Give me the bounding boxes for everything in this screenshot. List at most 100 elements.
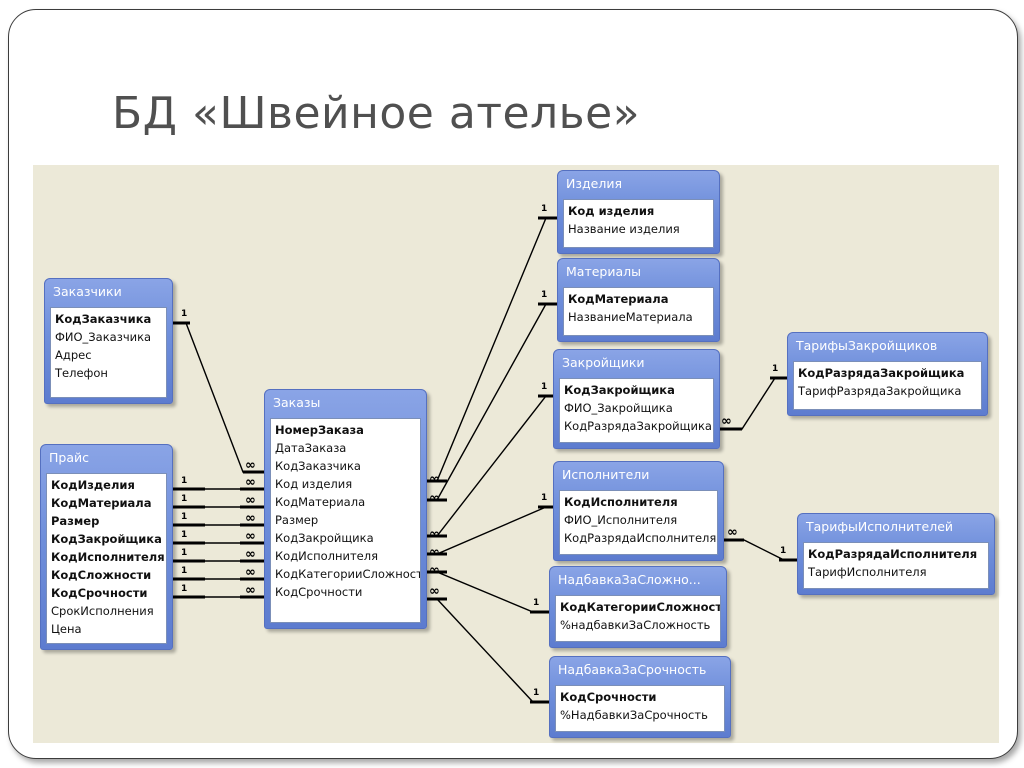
many-label: ∞ (429, 563, 440, 578)
key-field[interactable]: КодЗакройщика (560, 381, 713, 399)
field[interactable]: %НадбавкиЗаСрочность (556, 706, 724, 724)
table-materialy[interactable]: Материалы КодМатериала НазваниеМатериала (557, 258, 720, 342)
field[interactable]: КодРазрядаЗакройщика (560, 417, 713, 435)
many-label: ∞ (429, 472, 440, 487)
one-label: 1 (181, 566, 188, 576)
many-label: ∞ (245, 511, 256, 526)
table-nadbavka-za-srochnost[interactable]: НадбавкаЗаСрочность КодСрочности %Надбавк… (549, 656, 731, 738)
one-label: 1 (533, 688, 540, 698)
many-label: ∞ (429, 545, 440, 560)
key-field[interactable]: КодСрочности (556, 688, 724, 706)
field[interactable]: СрокИсполнения (47, 602, 166, 620)
field[interactable]: Размер (271, 511, 420, 529)
key-field[interactable]: КодИсполнителя (560, 493, 717, 511)
table-tarify-ispolniteley[interactable]: ТарифыИсполнителей КодРазрядаИсполнителя… (797, 513, 995, 595)
key-field[interactable]: Код изделия (564, 202, 713, 220)
key-field[interactable]: КодМатериала (47, 494, 166, 512)
key-field[interactable]: КодИзделия (47, 476, 166, 494)
field[interactable]: ТарифРазрядаЗакройщика (794, 382, 981, 400)
table-title: Заказчики (53, 284, 122, 299)
table-title: ТарифыИсполнителей (806, 519, 954, 534)
key-field[interactable]: КодСрочности (47, 584, 166, 602)
one-label: 1 (181, 309, 188, 319)
field[interactable]: Название изделия (564, 220, 713, 238)
key-field[interactable]: НомерЗаказа (271, 421, 420, 439)
one-label: 1 (541, 493, 548, 503)
field[interactable]: КодЗаказчика (271, 457, 420, 475)
many-label: ∞ (727, 525, 738, 540)
table-title: Изделия (566, 176, 622, 191)
field-list: КодСрочности %НадбавкиЗаСрочность (555, 685, 725, 732)
field[interactable]: ДатаЗаказа (271, 439, 420, 457)
many-label: ∞ (245, 529, 256, 544)
field[interactable]: Телефон (51, 364, 166, 382)
many-label: ∞ (245, 493, 256, 508)
field[interactable]: Код изделия (271, 475, 420, 493)
table-title: Закройщики (562, 355, 645, 370)
key-field[interactable]: КодЗаказчика (51, 310, 166, 328)
field[interactable]: ФИО_Закройщика (560, 399, 713, 417)
field-list: КодРазрядаИсполнителя ТарифИсполнителя (803, 542, 989, 589)
field[interactable]: КодИсполнителя (271, 547, 420, 565)
one-label: 1 (541, 204, 548, 214)
key-field[interactable]: КодСложности (47, 566, 166, 584)
table-title: НадбавкаЗаСрочность (558, 662, 707, 677)
field-list: КодРазрядаЗакройщика ТарифРазрядаЗакройщи… (793, 361, 982, 410)
field-list: КодИсполнителя ФИО_Исполнителя КодРазрядаИ… (559, 490, 718, 555)
field[interactable]: КодКатегорииСложности (271, 565, 420, 583)
many-label: ∞ (245, 547, 256, 562)
one-label: 1 (541, 382, 548, 392)
field[interactable]: КодСрочности (271, 583, 420, 601)
key-field[interactable]: КодРазрядаЗакройщика (794, 364, 981, 382)
table-title: Материалы (566, 264, 641, 279)
field[interactable]: КодЗакройщика (271, 529, 420, 547)
key-field[interactable]: КодЗакройщика (47, 530, 166, 548)
field-list: КодИзделия КодМатериала Размер КодЗакройщик… (46, 473, 167, 644)
field[interactable]: %надбавкиЗаСложность (556, 616, 720, 634)
field[interactable]: НазваниеМатериала (564, 308, 713, 326)
table-title: Прайс (49, 450, 89, 465)
table-nadbavka-za-slozhnost[interactable]: НадбавкаЗаСложно... КодКатегорииСложност… (549, 566, 727, 648)
table-title: НадбавкаЗаСложно... (558, 572, 701, 587)
field[interactable]: ФИО_Исполнителя (560, 511, 717, 529)
table-izdelia[interactable]: Изделия Код изделия Название изделия (557, 170, 720, 254)
key-field[interactable]: КодИсполнителя (47, 548, 166, 566)
many-label: ∞ (429, 491, 440, 506)
many-label: ∞ (429, 527, 440, 542)
one-label: 1 (780, 546, 787, 556)
table-title: Исполнители (562, 467, 650, 482)
table-zakazchiki[interactable]: Заказчики КодЗаказчика ФИО_Заказчика Адрес… (44, 278, 173, 404)
field-list: КодЗакройщика ФИО_Закройщика КодРазрядаЗак… (559, 378, 714, 443)
one-label: 1 (181, 548, 188, 558)
one-label: 1 (181, 476, 188, 486)
many-label: ∞ (245, 583, 256, 598)
field-list: НомерЗаказа ДатаЗаказа КодЗаказчика Код изд… (270, 418, 421, 623)
one-label: 1 (533, 598, 540, 608)
relationship-diagram-canvas (33, 165, 999, 743)
field[interactable]: Цена (47, 620, 166, 638)
one-label: 1 (181, 494, 188, 504)
many-label: ∞ (245, 565, 256, 580)
one-label: 1 (181, 512, 188, 522)
field[interactable]: Адрес (51, 346, 166, 364)
key-field[interactable]: КодРазрядаИсполнителя (804, 545, 988, 563)
field[interactable]: ТарифИсполнителя (804, 563, 988, 581)
key-field[interactable]: КодКатегорииСложности (556, 598, 720, 616)
table-ispolniteli[interactable]: Исполнители КодИсполнителя ФИО_Исполнител… (553, 461, 724, 561)
many-label: ∞ (429, 584, 440, 599)
field-list: КодЗаказчика ФИО_Заказчика Адрес Телефон (50, 307, 167, 398)
table-title: ТарифыЗакройщиков (796, 338, 938, 353)
key-field[interactable]: Размер (47, 512, 166, 530)
many-label: ∞ (721, 414, 732, 429)
table-price[interactable]: Прайс КодИзделия КодМатериала Размер КодЗак… (40, 444, 173, 650)
table-tarify-zakroyshchikov[interactable]: ТарифыЗакройщиков КодРазрядаЗакройщика Та… (787, 332, 988, 416)
key-field[interactable]: КодМатериала (564, 290, 713, 308)
one-label: 1 (181, 530, 188, 540)
field[interactable]: ФИО_Заказчика (51, 328, 166, 346)
table-zakazy[interactable]: Заказы НомерЗаказа ДатаЗаказа КодЗаказчика… (264, 389, 427, 629)
table-zakroyshchiki[interactable]: Закройщики КодЗакройщика ФИО_Закройщика Ко… (553, 349, 720, 449)
field-list: КодКатегорииСложности %надбавкиЗаСложност… (555, 595, 721, 642)
field[interactable]: КодРазрядаИсполнителя (560, 529, 717, 547)
field[interactable]: КодМатериала (271, 493, 420, 511)
field-list: Код изделия Название изделия (563, 199, 714, 248)
